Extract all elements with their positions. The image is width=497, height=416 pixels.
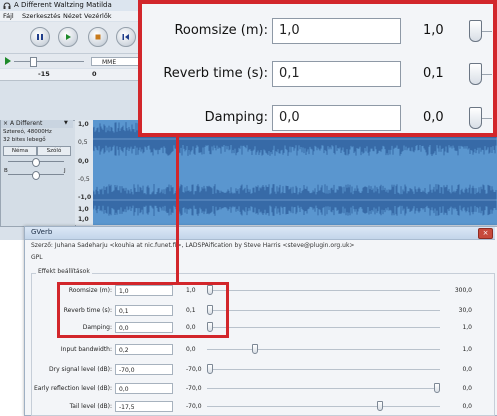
scale-label: 1,0 — [78, 121, 89, 128]
zoom-reverb-time-slider-track[interactable] — [482, 74, 492, 75]
pause-icon — [37, 34, 43, 40]
reverb-time-slider-track[interactable] — [207, 310, 440, 311]
zoom-roomsize-label: Roomsize (m): — [174, 23, 268, 38]
headphones-icon — [3, 2, 11, 9]
tail-level-slider-track[interactable] — [207, 406, 440, 407]
early-reflection-level-min: -70,0 — [186, 385, 202, 392]
input-bandwidth-slider-track[interactable] — [207, 349, 440, 350]
plugin-license: GPL — [31, 254, 43, 261]
tail-level-label: Tail level (dB): — [69, 403, 112, 410]
dialog-close-button[interactable]: × — [478, 228, 493, 239]
dialog-titlebar[interactable] — [25, 227, 495, 240]
scale-label: 0,5 — [78, 139, 88, 146]
tail-level-input[interactable]: -17,5 — [115, 401, 173, 412]
track-info-format: 32 bites lebegő — [3, 137, 46, 143]
early-reflection-level-max: 0,0 — [462, 385, 472, 392]
dialog-title: GVerb — [31, 228, 53, 236]
pause-button[interactable] — [30, 27, 50, 47]
speed-slider-track[interactable] — [14, 61, 84, 62]
damping-max: 1,0 — [462, 324, 472, 331]
zoom-reverb-time-slider-thumb[interactable] — [469, 63, 482, 85]
tail-level-min: -70,0 — [186, 403, 202, 410]
scale-label: -1,0 — [78, 194, 92, 201]
stop-icon — [95, 34, 101, 40]
zoom-damping-min: 0,0 — [423, 110, 444, 125]
early-reflection-level-slider-thumb[interactable] — [434, 383, 440, 393]
scale-label: 1,0 — [78, 216, 89, 223]
dry-signal-level-slider-track[interactable] — [207, 369, 440, 370]
ruler-mark: -15 — [38, 70, 50, 78]
zoom-roomsize-min: 1,0 — [423, 23, 444, 38]
effect-settings-label: Effekt beállítások — [36, 268, 92, 275]
plugin-author: Szerző: Juhana Sadeharju <kouhia at nic.… — [31, 242, 355, 249]
play-button[interactable] — [58, 27, 78, 47]
track-close-icon[interactable]: × — [3, 120, 8, 127]
window-title: A Different Waltzing Matilda — [14, 1, 112, 9]
zoom-reverb-time-input[interactable]: 0,1 — [272, 61, 401, 87]
zoom-damping-label: Damping: — [204, 110, 268, 125]
track-header[interactable]: × A Different ▼ — [1, 120, 73, 128]
gain-slider-thumb[interactable] — [32, 158, 40, 167]
skip-start-icon — [122, 34, 129, 40]
menu-controls[interactable]: Vezérlők — [84, 12, 112, 20]
input-bandwidth-min: 0,0 — [186, 346, 196, 353]
input-bandwidth-label: Input bandwidth: — [60, 346, 112, 353]
skip-start-button[interactable] — [116, 27, 136, 47]
roomsize-slider-track[interactable] — [207, 290, 440, 291]
dry-signal-level-max: 0,0 — [462, 366, 472, 373]
dry-signal-level-min: -70,0 — [186, 366, 202, 373]
track-menu-arrow-icon[interactable]: ▼ — [64, 120, 68, 126]
pan-right-label: J — [64, 168, 66, 174]
damping-slider-track[interactable] — [207, 327, 440, 328]
dry-signal-level-slider-thumb[interactable] — [207, 364, 213, 374]
zoom-damping-slider-thumb[interactable] — [469, 107, 482, 129]
early-reflection-level-slider-track[interactable] — [207, 388, 440, 389]
zoom-reverb-time-min: 0,1 — [423, 66, 444, 81]
menu-edit[interactable]: Szerkesztés — [22, 12, 60, 20]
tail-level-max: 0,0 — [462, 403, 472, 410]
zoom-roomsize-slider-track[interactable] — [482, 31, 492, 32]
input-bandwidth-input[interactable]: 0,2 — [115, 344, 173, 355]
stop-button[interactable] — [88, 27, 108, 47]
ruler-mark-zero: 0 — [92, 70, 97, 78]
scale-label: 1,0 — [78, 206, 89, 213]
zoom-roomsize-slider-thumb[interactable] — [469, 20, 482, 42]
pan-slider-thumb[interactable] — [32, 171, 40, 180]
play-at-speed-icon[interactable] — [4, 57, 12, 65]
early-reflection-level-label: Early reflection level (dB): — [33, 385, 112, 392]
input-bandwidth-max: 1,0 — [462, 346, 472, 353]
menu-view[interactable]: Nézet — [63, 12, 82, 20]
play-icon — [66, 34, 71, 40]
zoom-damping-input[interactable]: 0,0 — [272, 105, 401, 131]
mute-button[interactable]: Néma — [3, 146, 37, 156]
amplitude-scale: 1,0 0,5 0,0 -0,5 -1,0 1,0 1,0 — [75, 120, 93, 225]
input-bandwidth-slider-thumb[interactable] — [252, 344, 259, 354]
early-reflection-level-input[interactable]: 0,0 — [115, 383, 173, 394]
track-info-rate: Sztereó, 48000Hz — [3, 129, 52, 135]
zoom-roomsize-input[interactable]: 1,0 — [272, 18, 401, 44]
menu-file[interactable]: Fájl — [3, 12, 14, 20]
solo-button[interactable]: Szóló — [37, 146, 71, 156]
scale-label: -0,5 — [78, 176, 90, 183]
highlight-box — [57, 282, 229, 338]
track-name[interactable]: A Different — [10, 120, 42, 127]
tail-level-slider-thumb[interactable] — [377, 401, 384, 411]
close-icon: × — [482, 229, 489, 237]
zoom-damping-slider-track[interactable] — [482, 118, 492, 119]
dry-signal-level-input[interactable]: -70,0 — [115, 364, 173, 375]
roomsize-max: 300,0 — [454, 287, 472, 294]
zoom-reverb-time-label: Reverb time (s): — [163, 66, 268, 81]
reverb-time-max: 30,0 — [458, 307, 472, 314]
dry-signal-level-label: Dry signal level (dB): — [48, 366, 112, 373]
highlight-connector — [176, 137, 179, 283]
scale-label: 0,0 — [78, 158, 89, 165]
speed-slider-thumb[interactable] — [30, 57, 37, 67]
audio-host-select[interactable]: MME — [91, 57, 141, 66]
